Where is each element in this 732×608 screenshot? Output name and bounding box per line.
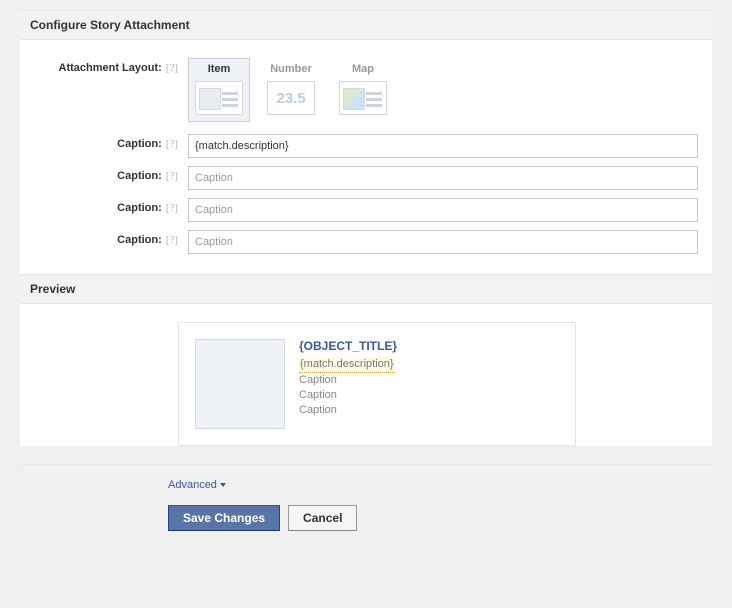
row-caption-3: Caption: [?] [30,198,702,222]
label-attachment-layout-text: Attachment Layout: [59,62,162,74]
section-header-configure: Configure Story Attachment [20,10,712,40]
preview-line-1-text: {match.description} [299,357,395,373]
layout-tile-number[interactable]: Number 23.5 [260,58,322,122]
help-icon[interactable]: [?] [166,138,178,150]
preview-line-3: Caption [299,388,397,403]
label-caption-2-text: Caption: [117,170,162,182]
help-icon[interactable]: [?] [166,234,178,246]
preview-box: {OBJECT_TITLE} {match.description} Capti… [178,322,576,446]
number-layout-icon: 23.5 [267,81,315,115]
row-attachment-layout: Attachment Layout: [?] Item Number 23.5 [30,58,702,122]
layout-tile-item[interactable]: Item [188,58,250,122]
preview-line-4: Caption [299,403,397,418]
preview-object-title: {OBJECT_TITLE} [299,339,397,353]
item-layout-icon [195,81,243,115]
chevron-down-icon [220,483,226,487]
preview-line-2: Caption [299,373,397,388]
label-caption-1: Caption: [?] [30,134,178,150]
label-caption-4: Caption: [?] [30,230,178,246]
layout-tile-number-label: Number [261,63,321,75]
layout-tile-map-label: Map [333,63,393,75]
divider [20,464,712,465]
section-header-preview: Preview [20,274,712,304]
caption-input-3[interactable] [188,198,698,222]
row-caption-4: Caption: [?] [30,230,702,254]
help-icon[interactable]: [?] [166,202,178,214]
layout-tiles: Item Number 23.5 Map [188,58,702,122]
advanced-link-text: Advanced [168,479,217,491]
layout-tile-item-label: Item [189,63,249,75]
advanced-link[interactable]: Advanced [168,479,226,491]
preview-line-1: {match.description} [299,357,397,373]
row-caption-2: Caption: [?] [30,166,702,190]
label-caption-1-text: Caption: [117,138,162,150]
map-layout-icon [339,81,387,115]
label-caption-3-text: Caption: [117,202,162,214]
label-caption-2: Caption: [?] [30,166,178,182]
label-attachment-layout: Attachment Layout: [?] [30,58,178,74]
save-button[interactable]: Save Changes [168,505,280,531]
caption-input-4[interactable] [188,230,698,254]
cancel-button[interactable]: Cancel [288,505,357,531]
layout-tile-map[interactable]: Map [332,58,394,122]
label-caption-4-text: Caption: [117,234,162,246]
help-icon[interactable]: [?] [166,62,178,74]
caption-input-1[interactable] [188,134,698,158]
row-caption-1: Caption: [?] [30,134,702,158]
label-caption-3: Caption: [?] [30,198,178,214]
caption-input-2[interactable] [188,166,698,190]
help-icon[interactable]: [?] [166,170,178,182]
preview-thumbnail [195,339,285,429]
